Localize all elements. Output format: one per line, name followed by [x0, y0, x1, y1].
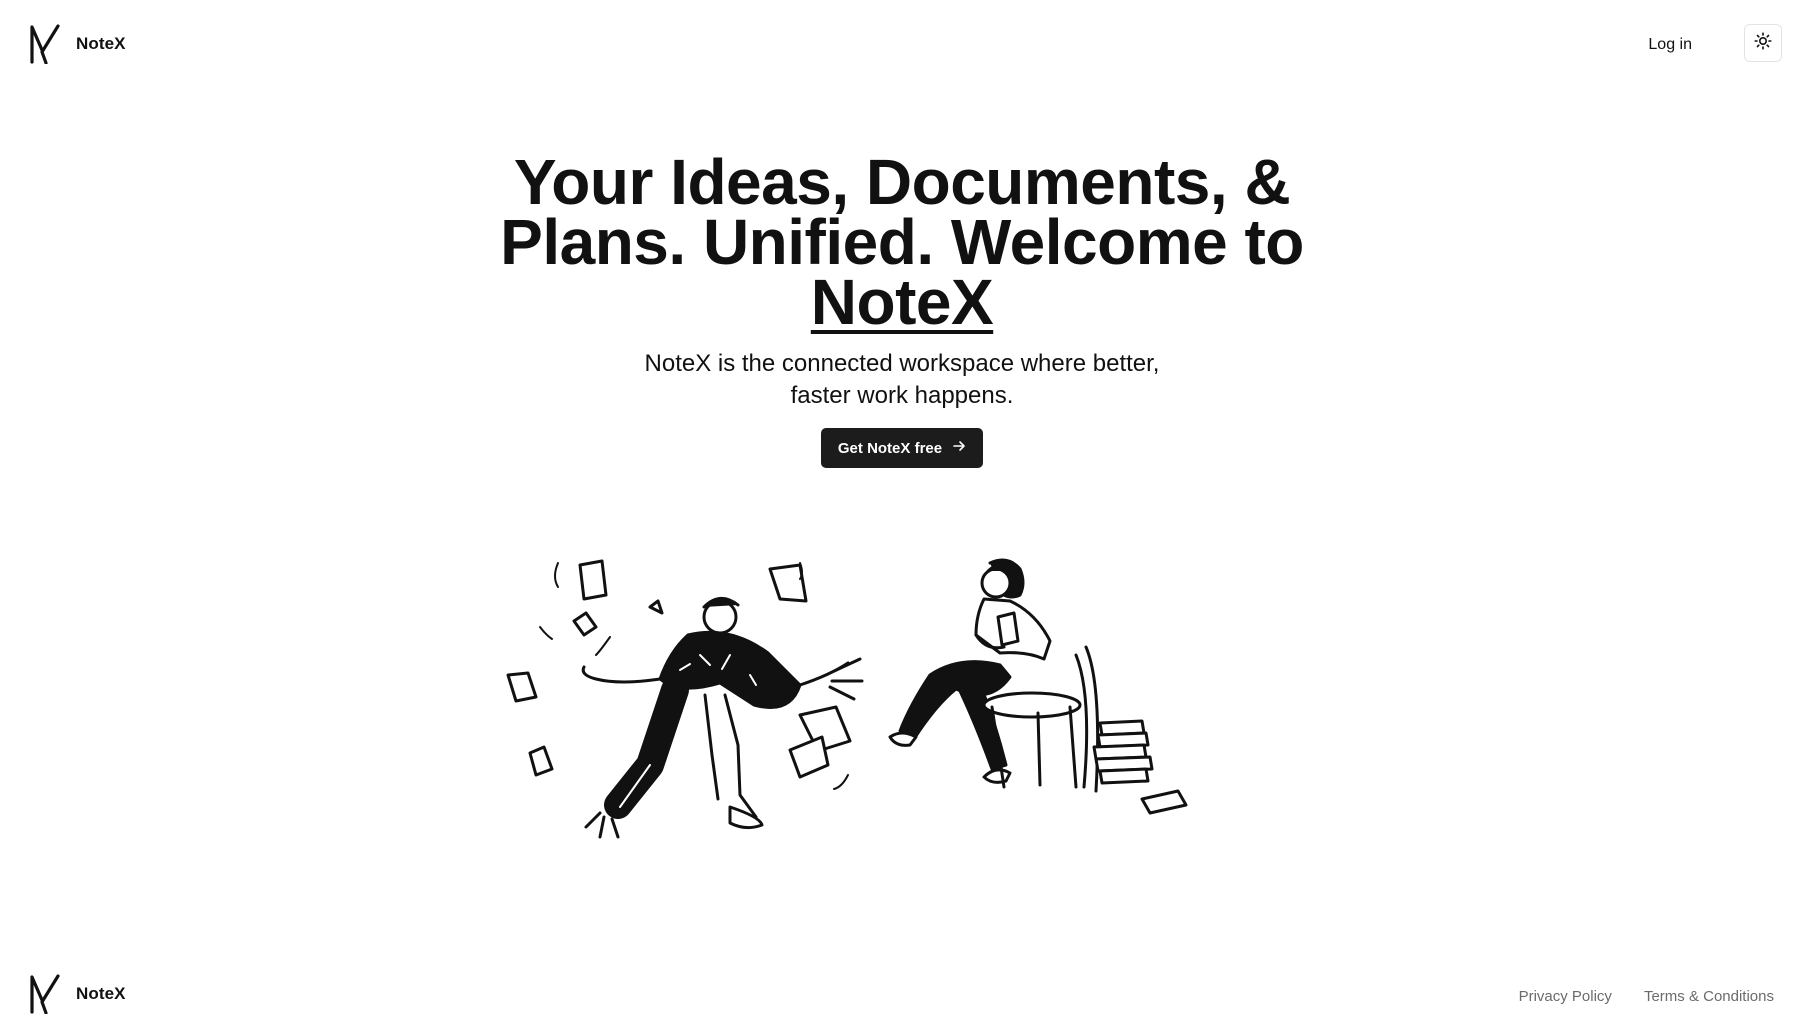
privacy-policy-link[interactable]: Privacy Policy — [1519, 988, 1612, 1005]
headline-brand-word: NoteX — [810, 266, 994, 338]
sun-icon — [1754, 31, 1772, 55]
cta-label: Get NoteX free — [837, 439, 943, 457]
get-notex-free-button[interactable]: Get NoteX free — [820, 428, 984, 468]
hero-subheading: NoteX is the connected workspace where b… — [644, 350, 1160, 409]
person-reading-figure — [888, 558, 1188, 815]
page-footer: NoteX Privacy Policy Terms & Conditions — [0, 970, 1804, 1020]
header-brand-link[interactable]: NoteX — [28, 24, 126, 64]
landing-page: NoteX Log in Your Ideas, Documents, & Pl… — [0, 0, 1804, 1036]
person-with-papers-figure — [506, 559, 864, 839]
theme-toggle-button[interactable] — [1744, 24, 1782, 62]
terms-conditions-link[interactable]: Terms & Conditions — [1644, 988, 1774, 1005]
login-button[interactable]: Log in — [1648, 30, 1692, 60]
hero-illustration — [500, 555, 1260, 865]
hero-headline: Your Ideas, Documents, & Plans. Unified.… — [492, 150, 1312, 334]
footer-brand-name: NoteX — [76, 984, 126, 1003]
hero-section: Your Ideas, Documents, & Plans. Unified.… — [0, 150, 1804, 468]
footer-brand-link[interactable]: NoteX — [28, 974, 126, 1014]
arrow-right-icon — [952, 439, 966, 457]
notex-logo-icon — [28, 24, 62, 64]
top-navbar: NoteX Log in — [0, 0, 1804, 90]
notex-logo-icon — [28, 974, 62, 1014]
footer-links: Privacy Policy Terms & Conditions — [1519, 988, 1774, 1005]
headline-text: Your Ideas, Documents, & Plans. Unified.… — [500, 146, 1304, 278]
brand-name: NoteX — [76, 34, 126, 53]
illustration-svg — [506, 558, 1188, 839]
